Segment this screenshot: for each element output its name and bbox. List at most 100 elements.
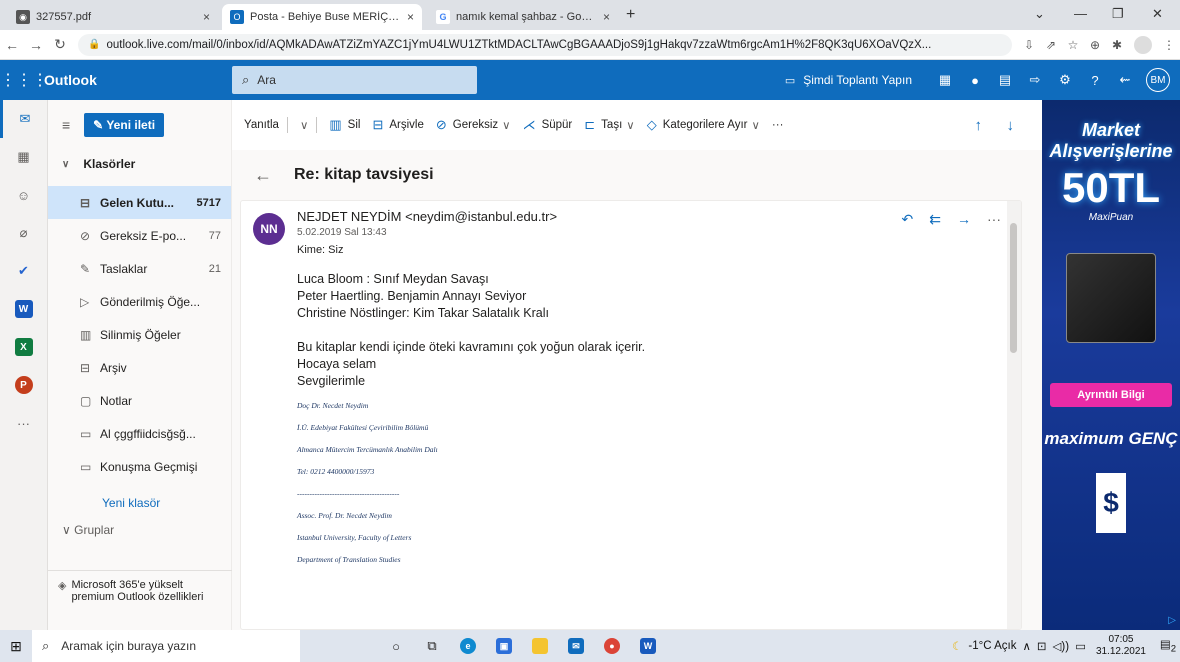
folder-item-archive[interactable]: ⊟ Arşiv	[48, 351, 231, 384]
people-icon[interactable]: ☺	[0, 176, 47, 214]
folder-item-inbox[interactable]: ⊟ Gelen Kutu... 5717	[48, 186, 231, 219]
browser-menu-icon[interactable]: ⋮	[1158, 38, 1180, 52]
file-explorer-icon[interactable]	[522, 630, 558, 662]
share-icon[interactable]: ⇗	[1040, 38, 1062, 52]
mail-icon[interactable]: ✉	[0, 100, 47, 138]
battery-icon[interactable]: ▭	[1075, 639, 1086, 653]
folder-label: Taslaklar	[100, 261, 148, 276]
weather-text[interactable]: -1°C Açık	[968, 640, 1016, 652]
cortana-icon[interactable]: ○	[378, 630, 414, 662]
ad-choices-icon[interactable]: ▷	[1168, 615, 1176, 626]
calendar-icon[interactable]: ▦	[0, 138, 47, 176]
url-field[interactable]: 🔒 outlook.live.com/mail/0/inbox/id/AQMkA…	[78, 33, 1012, 56]
junk-button[interactable]: ⊘ Gereksiz ∨	[436, 117, 511, 133]
task-view-icon[interactable]: ⧉	[414, 630, 450, 662]
folder-item-sent[interactable]: ▷ Gönderilmiş Öğe...	[48, 285, 231, 318]
chevron-down-icon: ∨	[62, 523, 75, 537]
reply-options-chevron-icon[interactable]: ∨	[300, 118, 308, 132]
more-options-icon[interactable]: ···	[987, 211, 1001, 228]
sender-name[interactable]: NEJDET NEYDİM <neydim@istanbul.edu.tr>	[297, 209, 557, 224]
tray-expand-icon[interactable]: ∧	[1022, 639, 1030, 653]
windows-start-icon[interactable]: ⊞	[0, 638, 32, 655]
app-launcher-icon[interactable]: ⋮⋮⋮	[0, 70, 48, 90]
close-tab-icon[interactable]: ×	[407, 10, 414, 24]
settings-gear-icon[interactable]: ⚙	[1050, 72, 1080, 88]
delete-button[interactable]: ▥ Sil	[329, 117, 360, 133]
window-close-icon[interactable]: ✕	[1152, 6, 1163, 22]
meet-now-button[interactable]: ▭ Şimdi Toplantı Yapın	[785, 73, 912, 87]
reply-all-icon[interactable]: ⇇	[929, 211, 941, 228]
whats-new-icon[interactable]: ⇜	[1110, 72, 1140, 88]
excel-app[interactable]: X	[0, 328, 47, 366]
folder-item-drafts[interactable]: ✎ Taslaklar 21	[48, 252, 231, 285]
close-tab-icon[interactable]: ×	[603, 10, 610, 24]
user-avatar[interactable]: BM	[1146, 68, 1170, 92]
puzzle-icon[interactable]: ✱	[1106, 38, 1128, 52]
browser-tab-pdf[interactable]: ◉ 327557.pdf ×	[8, 4, 218, 30]
ad-details-button[interactable]: Ayrıntılı Bilgi	[1050, 383, 1172, 407]
chrome-icon[interactable]: ●	[594, 630, 630, 662]
folder-item-deleted[interactable]: ▥ Silinmiş Öğeler	[48, 318, 231, 351]
previous-item-icon[interactable]: ↑	[975, 117, 983, 134]
back-arrow-icon[interactable]: ←	[254, 165, 272, 186]
folder-item-custom[interactable]: ▭ Al çggffiidcisğsğ...	[48, 417, 231, 450]
network-icon[interactable]: ⊡	[1037, 639, 1047, 653]
office-icon[interactable]: ▤	[990, 72, 1020, 88]
powerpoint-app[interactable]: P	[0, 366, 47, 404]
groups-header[interactable]: ∨ Gruplar	[48, 523, 231, 537]
forward-icon[interactable]: →	[24, 37, 48, 53]
reload-icon[interactable]: ↻	[48, 36, 72, 53]
new-folder-link[interactable]: Yeni klasör	[48, 483, 231, 523]
folder-item-notes[interactable]: ▢ Notlar	[48, 384, 231, 417]
forward-icon[interactable]: →	[957, 211, 971, 228]
todo-icon[interactable]: ✔	[0, 252, 47, 290]
store-icon[interactable]: ▣	[486, 630, 522, 662]
sender-avatar[interactable]: NN	[253, 213, 285, 245]
help-icon[interactable]: ?	[1080, 73, 1110, 88]
archive-button[interactable]: ⊟ Arşivle	[372, 117, 423, 133]
advertisement[interactable]: Market Alışverişlerine 50TL MaxiPuan Ayr…	[1042, 100, 1180, 630]
new-tab-button[interactable]: +	[626, 6, 635, 24]
notifications-icon[interactable]: ▤2	[1156, 637, 1180, 654]
restore-icon[interactable]: ❐	[1112, 6, 1124, 22]
install-icon[interactable]: ⇩	[1018, 38, 1040, 52]
profile-avatar[interactable]	[1134, 35, 1152, 54]
folder-item-junk[interactable]: ⊘ Gereksiz E-po... 77	[48, 219, 231, 252]
volume-icon[interactable]: ◁))	[1053, 639, 1070, 653]
sweep-button[interactable]: ⋌ Süpür	[523, 117, 573, 133]
next-item-icon[interactable]: ↓	[1007, 117, 1015, 134]
word-taskbar-icon[interactable]: W	[630, 630, 666, 662]
close-tab-icon[interactable]: ×	[203, 10, 210, 24]
more-apps-icon[interactable]: ···	[0, 404, 47, 442]
skype-icon[interactable]: ●	[960, 73, 990, 88]
taskbar-search[interactable]: ⌕ Aramak için buraya yazın	[32, 630, 300, 662]
more-actions-button[interactable]: ···	[772, 119, 784, 131]
browser-tab-google[interactable]: G namık kemal şahbaz - Google'da ×	[428, 4, 618, 30]
search-input[interactable]: ⌕ Ara	[232, 66, 477, 94]
word-app[interactable]: W	[0, 290, 47, 328]
new-mail-button[interactable]: ✎ Yeni ileti	[84, 113, 165, 137]
teams-icon[interactable]: ▦	[930, 72, 960, 88]
tab-search-icon[interactable]: ⌄	[1034, 6, 1045, 22]
clock[interactable]: 07:05 31.12.2021	[1096, 634, 1146, 658]
attach-icon[interactable]: ⌀	[0, 214, 47, 252]
feedback-icon[interactable]: ⇨	[1020, 72, 1050, 88]
reply-icon[interactable]: ↶	[902, 211, 914, 228]
folder-item-conversation-history[interactable]: ▭ Konuşma Geçmişi	[48, 450, 231, 483]
upgrade-promo[interactable]: ◈ Microsoft 365'e yükselt premium Outloo…	[48, 570, 232, 630]
outlook-brand[interactable]: Outlook	[44, 72, 224, 88]
minimize-icon[interactable]: —	[1074, 6, 1087, 21]
message-scrollbar[interactable]	[1007, 201, 1021, 629]
mail-app-icon[interactable]: ✉	[558, 630, 594, 662]
extension-icon[interactable]: ⊕	[1084, 38, 1106, 52]
move-button[interactable]: ⊏ Taşı ∨	[584, 117, 634, 133]
browser-tab-outlook[interactable]: O Posta - Behiye Buse MERİÇ - Out ×	[222, 4, 422, 30]
hamburger-icon[interactable]: ≡	[62, 117, 70, 133]
star-icon[interactable]: ☆	[1062, 38, 1084, 52]
back-icon[interactable]: ←	[0, 37, 24, 53]
edge-icon[interactable]: e	[450, 630, 486, 662]
folders-header[interactable]: ∨ Klasörler	[48, 150, 231, 178]
scroll-thumb[interactable]	[1010, 223, 1017, 353]
reply-button[interactable]: Yanıtla	[244, 119, 279, 131]
categorize-button[interactable]: ◇ Kategorilere Ayır ∨	[647, 117, 760, 133]
